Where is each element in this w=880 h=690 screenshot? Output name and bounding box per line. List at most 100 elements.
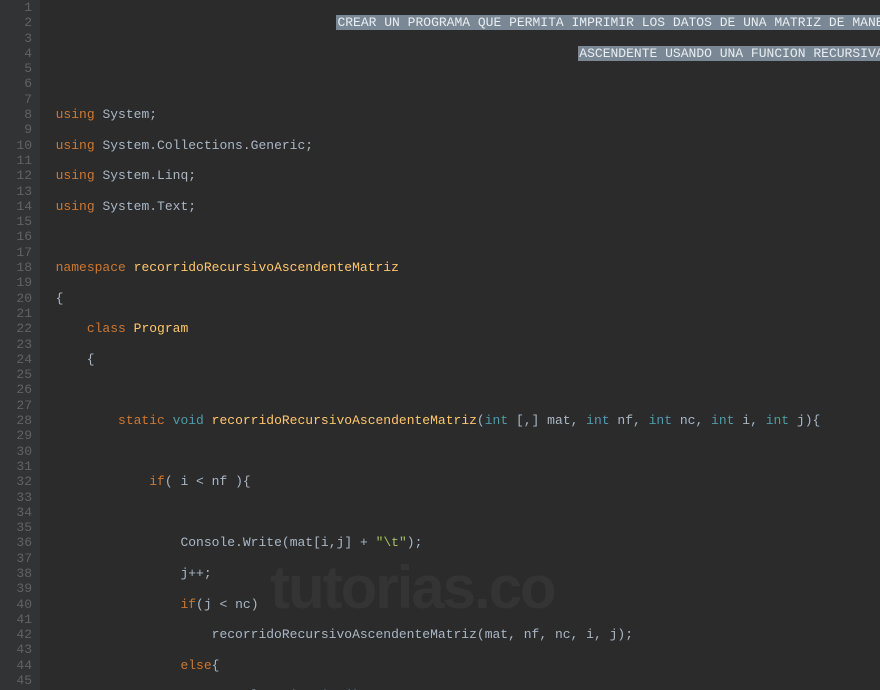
selected-comment: ASCENDENTE USANDO UNA FUNCION RECURSIVA	[578, 46, 880, 61]
keyword-if: if	[180, 597, 196, 612]
code-line[interactable]: using System.Linq;	[40, 168, 880, 183]
namespace-ref: System	[102, 107, 149, 122]
line-number: 14	[0, 199, 32, 214]
code-line[interactable]	[40, 382, 880, 397]
selected-comment: CREAR UN PROGRAMA QUE PERMITA IMPRIMIR L…	[336, 15, 880, 30]
line-number: 45	[0, 673, 32, 688]
code-line[interactable]: static void recorridoRecursivoAscendente…	[40, 413, 880, 428]
code-editor[interactable]: CREAR UN PROGRAMA QUE PERMITA IMPRIMIR L…	[40, 0, 880, 690]
line-number: 8	[0, 107, 32, 122]
code-line[interactable]: ASCENDENTE USANDO UNA FUNCION RECURSIVA	[40, 46, 880, 61]
var: j	[180, 566, 188, 581]
code-line[interactable]: namespace recorridoRecursivoAscendenteMa…	[40, 260, 880, 275]
line-number: 32	[0, 474, 32, 489]
keyword-using: using	[56, 199, 95, 214]
watermark-text: tutorias.co	[270, 580, 555, 595]
line-number-gutter: 1 2 3 4 5 6 7 8 9 10 11 12 13 14 15 16 1…	[0, 0, 40, 690]
var: nf	[524, 627, 540, 642]
line-number: 25	[0, 367, 32, 382]
method-ref: Write	[243, 535, 282, 550]
code-line[interactable]: using System;	[40, 107, 880, 122]
code-line[interactable]: {	[40, 291, 880, 306]
line-number: 27	[0, 398, 32, 413]
line-number: 13	[0, 184, 32, 199]
code-line[interactable]	[40, 229, 880, 244]
var: j	[337, 535, 345, 550]
code-line[interactable]: CREAR UN PROGRAMA QUE PERMITA IMPRIMIR L…	[40, 15, 880, 30]
var: i	[321, 535, 329, 550]
line-number: 18	[0, 260, 32, 275]
line-number: 39	[0, 581, 32, 596]
code-line[interactable]: recorridoRecursivoAscendenteMatriz(mat, …	[40, 627, 880, 642]
line-number: 3	[0, 31, 32, 46]
keyword-int: int	[711, 413, 734, 428]
keyword-class: class	[87, 321, 126, 336]
keyword-int: int	[766, 413, 789, 428]
code-line[interactable]: class Program	[40, 321, 880, 336]
string-literal: "\t"	[376, 535, 407, 550]
line-number: 15	[0, 214, 32, 229]
code-line[interactable]	[40, 76, 880, 91]
line-number: 42	[0, 627, 32, 642]
keyword-using: using	[56, 168, 95, 183]
code-line[interactable]	[40, 505, 880, 520]
line-number: 17	[0, 245, 32, 260]
line-number: 29	[0, 428, 32, 443]
line-number: 20	[0, 291, 32, 306]
line-number: 43	[0, 642, 32, 657]
var: mat	[290, 535, 313, 550]
line-number: 38	[0, 566, 32, 581]
code-line[interactable]: {	[40, 352, 880, 367]
code-line[interactable]: using System.Text;	[40, 199, 880, 214]
code-line[interactable]: else{	[40, 658, 880, 673]
namespace-ref: System.Text	[102, 199, 188, 214]
line-number: 28	[0, 413, 32, 428]
var: j	[610, 627, 618, 642]
line-number: 16	[0, 229, 32, 244]
var: nf	[212, 474, 228, 489]
keyword-int: int	[586, 413, 609, 428]
line-number: 40	[0, 597, 32, 612]
var: i	[180, 474, 188, 489]
keyword-if: if	[149, 474, 165, 489]
line-number: 7	[0, 92, 32, 107]
keyword-using: using	[56, 107, 95, 122]
code-line[interactable]: using System.Collections.Generic;	[40, 138, 880, 153]
var: j	[204, 597, 212, 612]
var: nc	[235, 597, 251, 612]
line-number: 5	[0, 61, 32, 76]
function-name: recorridoRecursivoAscendenteMatriz	[212, 413, 477, 428]
code-line[interactable]: j++;	[40, 566, 880, 581]
code-line[interactable]: if(j < nc)	[40, 597, 880, 612]
code-line[interactable]: Console.Write(mat[i,j] + "\t");	[40, 535, 880, 550]
keyword-namespace: namespace	[56, 260, 126, 275]
keyword-int: int	[485, 413, 508, 428]
line-number: 24	[0, 352, 32, 367]
param: nc	[680, 413, 696, 428]
namespace-name: recorridoRecursivoAscendenteMatriz	[134, 260, 399, 275]
line-number: 19	[0, 275, 32, 290]
keyword-else: else	[180, 658, 211, 673]
line-number: 44	[0, 658, 32, 673]
code-line[interactable]: if( i < nf ){	[40, 474, 880, 489]
keyword-void: void	[173, 413, 204, 428]
function-call: recorridoRecursivoAscendenteMatriz	[212, 627, 477, 642]
line-number: 34	[0, 505, 32, 520]
param: i	[742, 413, 750, 428]
line-number: 11	[0, 153, 32, 168]
param: mat	[547, 413, 570, 428]
line-number: 1	[0, 0, 32, 15]
code-line[interactable]	[40, 444, 880, 459]
line-number: 6	[0, 76, 32, 91]
namespace-ref: System.Linq	[102, 168, 188, 183]
line-number: 4	[0, 46, 32, 61]
line-number: 30	[0, 444, 32, 459]
line-number: 9	[0, 122, 32, 137]
var: mat	[485, 627, 508, 642]
line-number: 10	[0, 138, 32, 153]
class-name: Program	[134, 321, 189, 336]
class-ref: Console	[180, 535, 235, 550]
param: j	[797, 413, 805, 428]
var: i	[586, 627, 594, 642]
line-number: 33	[0, 490, 32, 505]
